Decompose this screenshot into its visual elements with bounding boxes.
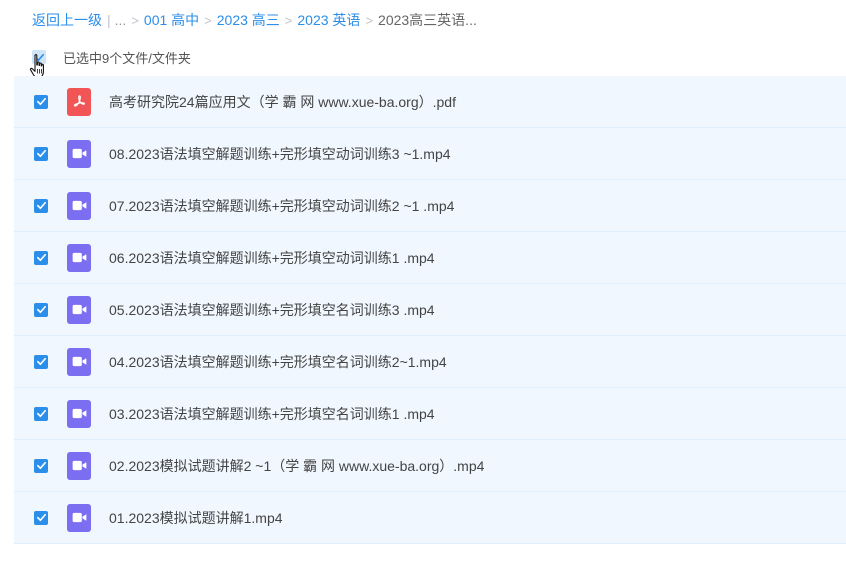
back-link[interactable]: 返回上一级 (32, 10, 102, 30)
file-row[interactable]: 高考研究院24篇应用文（学 霸 网 www.xue-ba.org）.pdf (14, 76, 846, 128)
file-name[interactable]: 05.2023语法填空解题训练+完形填空名词训练3 .mp4 (109, 300, 435, 320)
breadcrumb-current: 2023高三英语... (378, 12, 477, 28)
file-row[interactable]: 05.2023语法填空解题训练+完形填空名词训练3 .mp4 (14, 284, 846, 336)
breadcrumb-ellipsis[interactable]: ... (115, 12, 127, 28)
file-name[interactable]: 08.2023语法填空解题训练+完形填空动词训练3 ~1.mp4 (109, 144, 451, 164)
selection-bar: 已选中9个文件/文件夹 (32, 47, 191, 67)
checkmark-icon (36, 253, 46, 262)
file-row[interactable]: 01.2023模拟试题讲解1.mp4 (14, 492, 846, 544)
breadcrumb-item-senior-three[interactable]: 2023 高三 (217, 10, 280, 30)
file-list: 高考研究院24篇应用文（学 霸 网 www.xue-ba.org）.pdf 08.… (14, 76, 846, 544)
file-name[interactable]: 06.2023语法填空解题训练+完形填空动词训练1 .mp4 (109, 248, 435, 268)
video-file-icon (67, 295, 91, 324)
file-row[interactable]: 03.2023语法填空解题训练+完形填空名词训练1 .mp4 (14, 388, 846, 440)
breadcrumb-item-english[interactable]: 2023 英语 (297, 10, 360, 30)
file-name[interactable]: 07.2023语法填空解题训练+完形填空动词训练2 ~1 .mp4 (109, 196, 454, 216)
checkmark-icon (36, 409, 46, 418)
video-file-icon (67, 347, 91, 376)
breadcrumb-separator: > (365, 12, 374, 28)
file-row[interactable]: 02.2023模拟试题讲解2 ~1（学 霸 网 www.xue-ba.org）.… (14, 440, 846, 492)
select-all-checkbox[interactable] (32, 50, 46, 64)
pdf-file-icon (67, 87, 91, 116)
breadcrumb-separator: > (284, 12, 293, 28)
checkmark-icon (36, 201, 46, 210)
checkmark-icon (36, 305, 46, 314)
file-checkbox[interactable] (34, 302, 48, 317)
checkmark-icon (36, 149, 46, 158)
breadcrumb-separator: > (204, 12, 212, 28)
video-file-icon (67, 243, 91, 272)
file-checkbox[interactable] (34, 354, 48, 369)
checkmark-icon (36, 513, 46, 522)
file-name[interactable]: 04.2023语法填空解题训练+完形填空名词训练2~1.mp4 (109, 352, 447, 372)
file-name[interactable]: 01.2023模拟试题讲解1.mp4 (109, 508, 283, 528)
file-checkbox[interactable] (34, 94, 48, 109)
file-checkbox[interactable] (34, 198, 48, 213)
checkmark-icon (36, 97, 46, 106)
video-file-icon (67, 139, 91, 168)
file-row[interactable]: 08.2023语法填空解题训练+完形填空动词训练3 ~1.mp4 (14, 128, 846, 180)
file-row[interactable]: 07.2023语法填空解题训练+完形填空动词训练2 ~1 .mp4 (14, 180, 846, 232)
video-file-icon (67, 399, 91, 428)
breadcrumb-separator: > (131, 12, 139, 28)
breadcrumb-item-high-school[interactable]: 001 高中 (144, 10, 199, 30)
video-file-icon (67, 503, 91, 532)
file-checkbox[interactable] (34, 406, 48, 421)
file-name[interactable]: 03.2023语法填空解题训练+完形填空名词训练1 .mp4 (109, 404, 435, 424)
selection-count-label: 已选中9个文件/文件夹 (63, 50, 191, 66)
video-file-icon (67, 451, 91, 480)
file-name[interactable]: 高考研究院24篇应用文（学 霸 网 www.xue-ba.org）.pdf (109, 92, 456, 112)
file-checkbox[interactable] (34, 146, 48, 161)
breadcrumb: 返回上一级 | ... > 001 高中 > 2023 高三 > 2023 英语… (32, 10, 477, 30)
checkmark-icon (36, 357, 46, 366)
checkmark-icon (36, 461, 46, 470)
file-checkbox[interactable] (34, 458, 48, 473)
file-checkbox[interactable] (34, 510, 48, 525)
file-row[interactable]: 06.2023语法填空解题训练+完形填空动词训练1 .mp4 (14, 232, 846, 284)
file-row[interactable]: 04.2023语法填空解题训练+完形填空名词训练2~1.mp4 (14, 336, 846, 388)
file-checkbox[interactable] (34, 250, 48, 265)
video-file-icon (67, 191, 91, 220)
checkmark-icon (34, 53, 44, 61)
file-name[interactable]: 02.2023模拟试题讲解2 ~1（学 霸 网 www.xue-ba.org）.… (109, 456, 484, 476)
breadcrumb-divider: | (107, 12, 111, 28)
